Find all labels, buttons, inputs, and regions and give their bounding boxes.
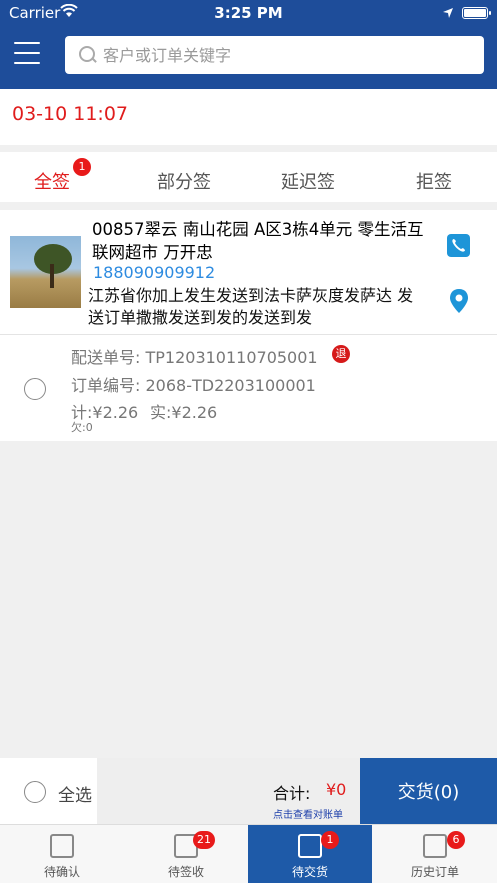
tabbar-label: 待确认 xyxy=(43,865,80,879)
tabbar-pending-confirm[interactable]: 待确认 xyxy=(0,825,124,883)
date-bar: 03-10 11:07 xyxy=(0,89,497,145)
select-all-label[interactable]: 全选 xyxy=(58,781,92,806)
location-arrow-icon xyxy=(442,5,454,23)
search-input[interactable] xyxy=(103,45,473,65)
clock: 3:25 PM xyxy=(214,4,283,22)
customer-name: 00857翠云 南山花园 A区3栋4单元 零生活互联网超市 万开忠 xyxy=(92,220,424,262)
clipboard-check-icon xyxy=(50,834,74,858)
customer-address: 江苏省你加上发生发送到法卡萨灰度发萨达 发送订单撒撒发送到发的发送到发 xyxy=(88,286,414,327)
tabbar-pending-sign[interactable]: 待签收 21 xyxy=(124,825,248,883)
tab-full-sign-badge: 1 xyxy=(73,158,91,176)
top-header: Carrier 3:25 PM xyxy=(0,0,497,89)
order-card[interactable]: 00857翠云 南山花园 A区3栋4单元 零生活互联网超市 万开忠 188090… xyxy=(0,210,497,441)
amount-actual: 实:¥2.26 xyxy=(150,403,218,422)
menu-icon[interactable] xyxy=(14,42,40,66)
delivery-number: 配送单号: TP120310110705001 xyxy=(71,348,318,367)
tabbar-label: 历史订单 xyxy=(410,865,459,879)
order-select-radio[interactable] xyxy=(24,378,46,400)
battery-icon xyxy=(462,7,491,19)
date-label: 03-10 11:07 xyxy=(12,103,129,125)
select-all-radio[interactable] xyxy=(24,781,46,803)
tabbar-label: 待交货 xyxy=(291,865,328,879)
action-footer: 全选 合计: ¥0 点击查看对账单 交货(0) xyxy=(0,758,497,824)
map-pin-icon[interactable] xyxy=(448,288,470,314)
customer-phone[interactable]: 188090909912 xyxy=(93,263,215,282)
bottom-tabbar: 待确认 待签收 21 待交货 1 历史订单 6 xyxy=(0,824,497,883)
search-bar[interactable] xyxy=(65,36,484,74)
total-label: 合计: xyxy=(273,784,311,803)
total-value: ¥0 xyxy=(326,780,347,799)
history-icon xyxy=(423,834,447,858)
delivery-icon xyxy=(298,834,322,858)
tab-partial-sign[interactable]: 部分签 xyxy=(157,168,211,194)
deliver-button[interactable]: 交货(0) xyxy=(360,758,497,824)
tabbar-badge: 1 xyxy=(321,831,339,849)
tabbar-pending-delivery[interactable]: 待交货 1 xyxy=(248,825,372,883)
tab-reject-sign[interactable]: 拒签 xyxy=(416,168,452,194)
amount-owed: 欠:0 xyxy=(71,421,93,434)
order-number: 订单编号: 2068-TD2203100001 xyxy=(71,376,316,395)
return-badge: 退 xyxy=(332,345,350,363)
search-icon xyxy=(77,44,99,66)
tabbar-label: 待签收 xyxy=(167,865,204,879)
card-divider xyxy=(0,334,497,335)
customer-thumbnail xyxy=(10,236,81,308)
sign-tabs: 全签 部分签 延迟签 拒签 xyxy=(0,152,497,202)
phone-icon[interactable] xyxy=(447,234,470,257)
status-bar: Carrier 3:25 PM xyxy=(0,0,497,26)
tab-delayed-sign[interactable]: 延迟签 xyxy=(281,168,335,194)
tabbar-badge: 6 xyxy=(447,831,465,849)
tab-full-sign[interactable]: 全签 xyxy=(34,168,70,194)
tabbar-history[interactable]: 历史订单 6 xyxy=(373,825,497,883)
view-bill-link[interactable]: 点击查看对账单 xyxy=(273,806,343,821)
tabbar-badge: 21 xyxy=(193,831,215,849)
